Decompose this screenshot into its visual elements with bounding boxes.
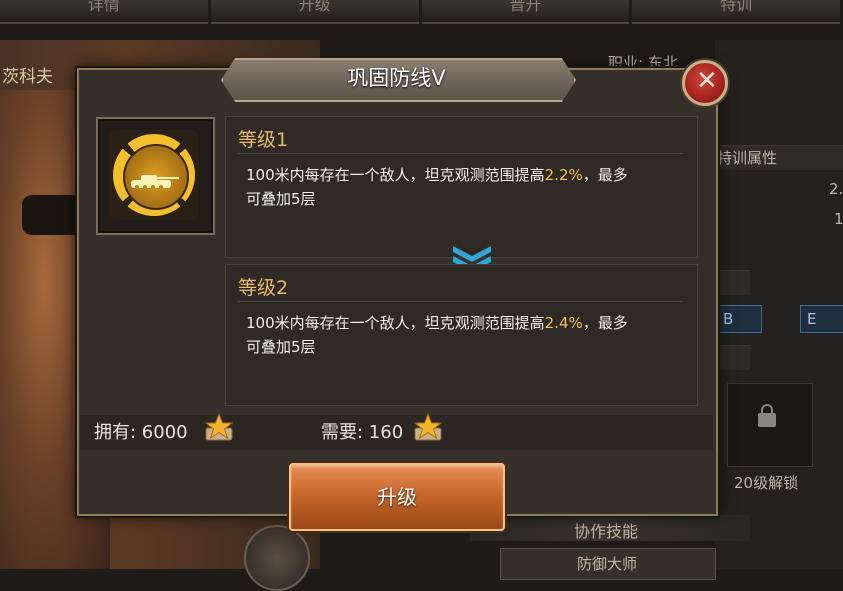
tab-training[interactable]: 特训 bbox=[632, 0, 840, 24]
lock-icon bbox=[758, 404, 776, 427]
next-level-panel: 等级2 100米内每存在一个敌人，坦克观测范围提高2.4%，最多 可叠加5层 bbox=[225, 264, 698, 406]
tab-upgrade[interactable]: 升级 bbox=[210, 0, 419, 24]
top-tab-bar: 详情 升级 晋升 特训 bbox=[0, 0, 843, 26]
star-medal-icon bbox=[204, 412, 234, 441]
star-medal-icon bbox=[413, 412, 443, 441]
owned-amount: 拥有: 6000 bbox=[94, 422, 188, 443]
close-icon: ✕ bbox=[696, 66, 718, 96]
current-level-value: 2.2% bbox=[544, 166, 583, 184]
training-attr-label: 特训属性 bbox=[717, 149, 778, 167]
close-button[interactable]: ✕ bbox=[682, 60, 728, 106]
tab-details[interactable]: 详情 bbox=[0, 0, 208, 24]
next-level-description: 100米内每存在一个敌人，坦克观测范围提高2.4%，最多 可叠加5层 bbox=[246, 314, 628, 356]
tank-target-icon bbox=[109, 130, 199, 220]
divider bbox=[238, 153, 683, 154]
unlock-level-text: 20级解锁 bbox=[734, 474, 799, 492]
attr-value-2: 1 bbox=[834, 210, 843, 228]
b-button[interactable]: B bbox=[716, 305, 762, 333]
current-level-title: 等级1 bbox=[238, 129, 289, 151]
dialog-title: 巩固防线V bbox=[347, 66, 446, 90]
coop-skill-label: 协作技能 bbox=[574, 522, 639, 541]
tank-icon bbox=[131, 175, 179, 189]
skill-icon-frame bbox=[96, 117, 215, 235]
defense-master-label: 防御大师 bbox=[577, 555, 638, 573]
attr-divider-row-2 bbox=[715, 345, 750, 370]
rank-up-arrow-button[interactable] bbox=[244, 525, 310, 591]
officer-name: 茨科夫 bbox=[2, 67, 53, 87]
upgrade-button[interactable]: 升级 bbox=[289, 463, 505, 531]
upgrade-button-label: 升级 bbox=[377, 485, 417, 509]
divider bbox=[238, 301, 683, 302]
current-level-description: 100米内每存在一个敌人，坦克观测范围提高2.2%，最多 可叠加5层 bbox=[246, 166, 628, 208]
next-level-title: 等级2 bbox=[238, 277, 289, 299]
attr-divider-row bbox=[715, 270, 750, 295]
current-level-panel: 等级1 100米内每存在一个敌人，坦克观测范围提高2.2%，最多 可叠加5层 bbox=[225, 116, 698, 258]
attr-value-1: 2. bbox=[829, 180, 843, 198]
binocular-graphic bbox=[22, 195, 82, 235]
required-amount: 需要: 160 bbox=[321, 422, 404, 443]
next-level-value: 2.4% bbox=[544, 314, 583, 332]
e-button[interactable]: E bbox=[800, 305, 843, 333]
tab-promote[interactable]: 晋升 bbox=[421, 0, 630, 24]
